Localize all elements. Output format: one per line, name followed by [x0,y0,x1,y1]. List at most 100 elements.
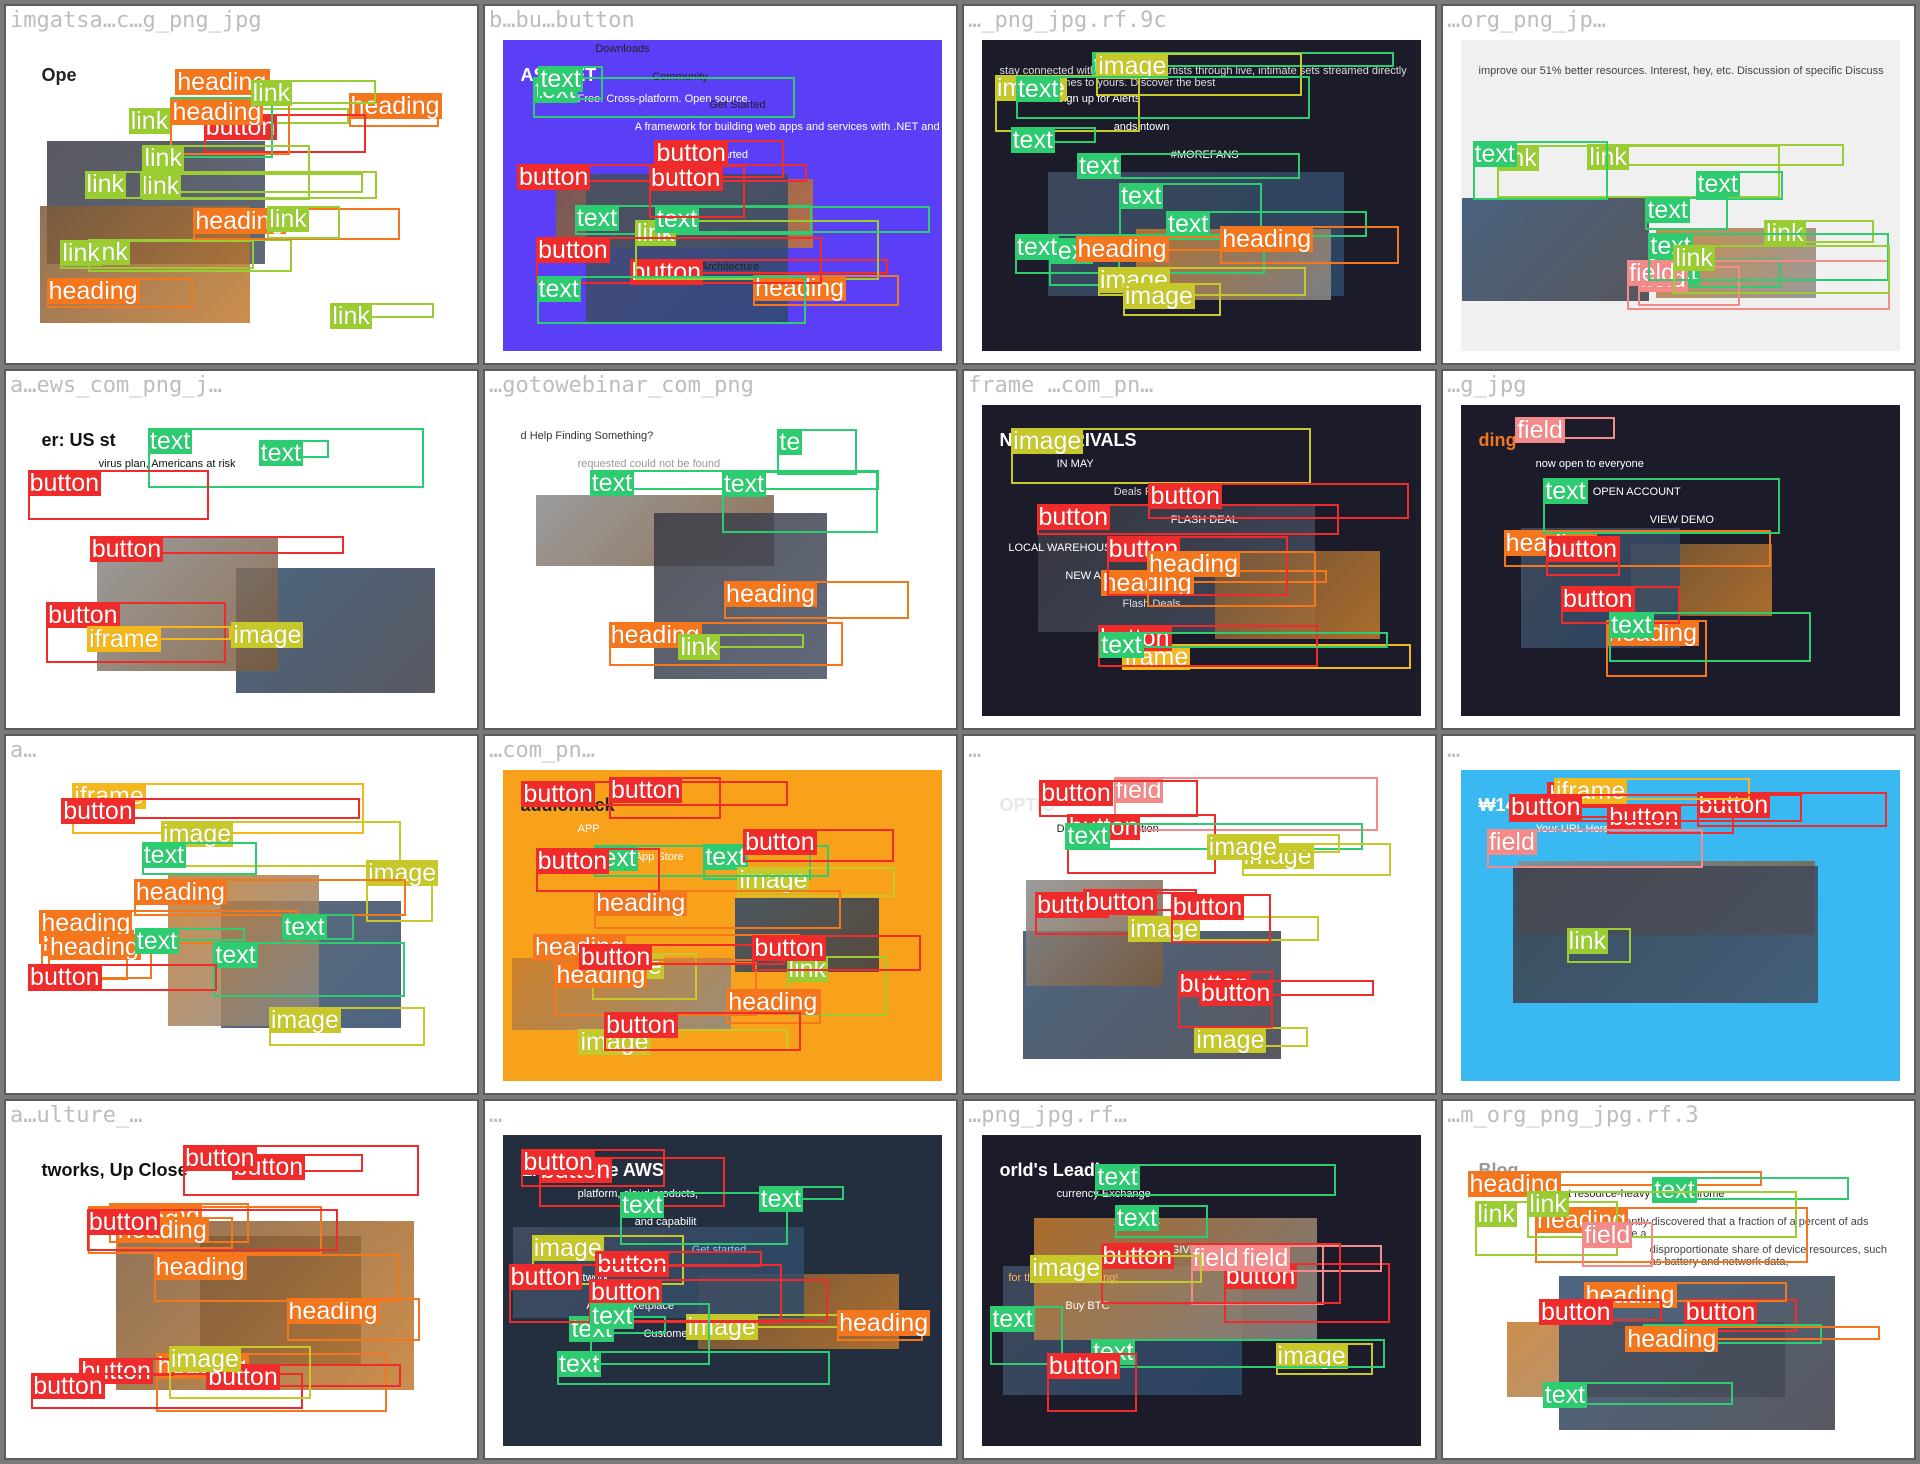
annotation-label: text [1542,1381,1588,1410]
annotation-label: heading [170,97,264,126]
annotation-label: button [743,827,817,856]
annotation-field[interactable]: field [1582,1222,1653,1268]
tile-filename: …com_pn… [489,738,595,763]
annotation-button[interactable]: button [1508,792,1802,822]
annotation-label: text [1099,631,1144,660]
annotation-label: button [31,1372,105,1401]
annotation-label: image [168,1344,241,1373]
annotation-heading: heading [594,889,842,929]
tile-filename: b…bu…button [489,8,635,33]
annotation-link[interactable]: link [250,78,376,107]
annotation-link[interactable]: link [330,303,435,330]
page-text: now open to everyone [1535,457,1644,470]
annotation-link[interactable]: link [1673,245,1890,295]
annotation-link[interactable]: link [1527,1190,1797,1239]
annotation-text: text [1472,141,1609,200]
annotation-text: text [213,940,406,998]
annotation-button[interactable]: button [1039,779,1198,817]
annotation-button[interactable]: button [1198,980,1375,1007]
annotation-button[interactable]: button [521,1149,666,1188]
annotation-text: text [538,65,604,101]
annotation-image: image [231,622,304,649]
tile-filename: … [489,1103,503,1128]
annotation-label: button [752,933,826,962]
annotation-image: image [1030,1254,1203,1283]
tile-filename: imgatsa…c…g_png_jpg [10,8,262,33]
page-text: tworks, Up Close [41,1159,188,1180]
annotation-button[interactable]: button [183,1145,420,1196]
annotation-label: heading [724,580,818,609]
annotation-field[interactable]: field [1486,828,1704,869]
annotation-label: heading [837,1309,931,1338]
annotation-button[interactable]: button [1545,536,1620,577]
annotation-button[interactable]: button [535,847,661,893]
annotation-link[interactable]: link [1566,927,1631,963]
annotation-label: button [61,796,135,825]
annotation-link[interactable]: link [267,205,341,239]
annotation-label: link [678,633,720,662]
annotation-link[interactable]: link [678,634,805,661]
annotation-button[interactable]: button [608,776,721,820]
screenshot-tile: a…ews_com_png_j… er: US st virus plan, Ame… [4,369,479,730]
annotation-label: button [1508,792,1583,821]
annotation-label: text [213,940,258,969]
page-text: d Help Finding Something? [520,429,654,442]
annotation-image: image [1122,282,1222,317]
annotation-label: button [46,600,120,629]
annotation-label: link [60,239,102,268]
annotation-label: button [536,236,610,264]
page-preview: imageimageheadingheadingiframeheadinghea… [24,770,463,1081]
tile-filename: … [968,738,982,763]
annotation-link[interactable]: link [142,145,310,200]
annotation-heading: heading [133,877,406,917]
screenshot-tile: …com_pn… audiomackAPPApp Storeimagetextli… [483,734,958,1095]
annotation-label: link [84,169,127,198]
screenshot-tile: …org_png_jp… improve our 51% better resou… [1441,4,1916,365]
annotation-button[interactable]: button [1046,1353,1138,1413]
annotation-text: text [536,276,807,324]
annotation-button[interactable]: button [649,165,746,219]
annotation-label: button [1539,1297,1613,1326]
page-preview: OpeCHATlinklinklinklinkheadingbuttonteli… [24,40,463,351]
annotation-button[interactable]: button [1539,1298,1663,1325]
annotation-button[interactable]: button [604,1011,802,1051]
annotation-label: heading [1075,234,1169,263]
annotation-label: text [758,1185,803,1214]
annotation-label: button [1036,503,1111,532]
annotation-text: text [590,1302,710,1365]
screenshot-tile: b…bu…button ASP.NETFree. Cross-platform. … [483,4,958,365]
annotation-button[interactable]: button [1170,894,1272,944]
annotation-button[interactable]: button [86,1208,339,1251]
annotation-image: image [1206,833,1341,860]
photo-placeholder [1461,198,1650,302]
tile-filename: a… [10,738,37,763]
annotation-label: link [250,78,293,107]
annotation-button[interactable]: button [752,933,922,971]
annotation-text: text [1076,152,1301,179]
tile-filename: …org_png_jp… [1447,8,1606,33]
tile-filename: …_png_jpg.rf.9c [968,8,1167,33]
annotation-label: link [1475,1199,1517,1228]
annotation-label: text [619,1190,665,1219]
annotation-heading: heading [1503,530,1771,568]
annotation-button[interactable]: button [27,469,209,520]
annotation-label: link [330,302,372,331]
annotation-label: button [27,469,102,498]
annotation-link[interactable]: link [60,239,254,270]
annotation-label: heading [133,877,227,906]
annotation-text: text [1099,632,1388,659]
annotation-text: text [1015,75,1310,120]
screenshot-tile: imgatsa…c…g_png_jpg Ope CHAT link link link li… [4,4,479,365]
annotation-button[interactable]: button [61,797,361,824]
annotation-button[interactable]: button [1148,482,1410,519]
annotation-field[interactable]: field [1515,417,1616,444]
annotation-button[interactable]: button [743,827,895,862]
annotation-link[interactable]: link [1587,143,1845,170]
screenshot-tile: a…imageimageheadingheadingiframeheadingh… [4,734,479,1095]
annotation-button[interactable]: button [89,536,344,563]
annotation-label: text [589,468,635,497]
annotation-label: text [134,926,180,955]
page-text: do it [98,1187,120,1200]
annotation-image: image [268,1006,425,1047]
annotation-button[interactable]: button [28,963,218,992]
